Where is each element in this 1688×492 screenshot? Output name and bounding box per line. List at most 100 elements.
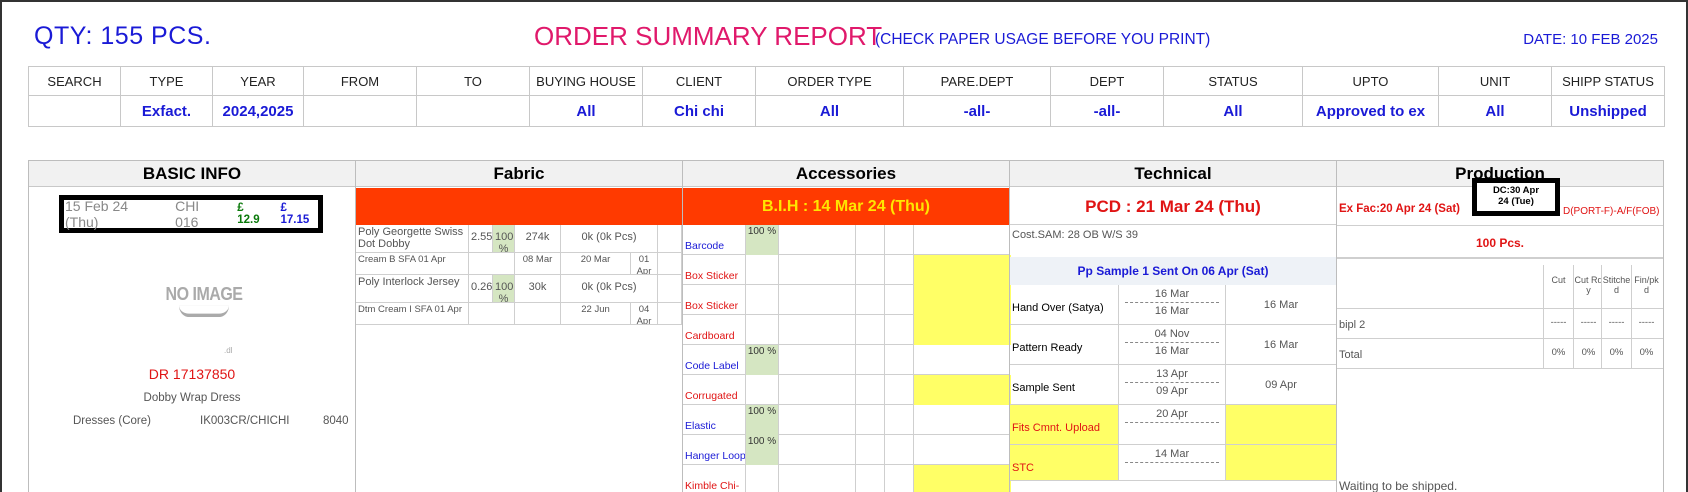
dc-line-2: 24 (Tue) xyxy=(1498,196,1534,207)
basic-order-box[interactable]: 15 Feb 24 (Thu) CHI 016 £ 12.9 £ 17.15 xyxy=(59,195,323,233)
tech-milestone-row[interactable]: Fits Cmnt. Upload 20 Apr xyxy=(1010,405,1336,445)
accessory-percent: 100 % xyxy=(745,225,778,255)
production-row[interactable]: Total 0% 0% 0% 0% xyxy=(1337,339,1663,369)
fabric-d3: 04 Apr xyxy=(631,303,658,325)
accessory-cell xyxy=(778,225,855,255)
tech-milestone-row[interactable]: Sample Sent 13 Apr 09 Apr 09 Apr xyxy=(1010,365,1336,405)
fabric-subrow[interactable]: Cream B SFA 01 Apr 08 Mar 20 Mar 01 Apr xyxy=(356,253,682,275)
dc-date-box[interactable]: DC:30 Apr 24 (Tue) xyxy=(1472,178,1560,216)
filter-value-from[interactable] xyxy=(303,95,417,127)
filter-value-upto[interactable]: Approved to ex xyxy=(1302,95,1439,127)
report-date: DATE: 10 FEB 2025 xyxy=(1523,31,1658,48)
filter-value-pare-dept[interactable]: -all- xyxy=(903,95,1051,127)
fabric-cell xyxy=(658,225,682,253)
fabric-subrow[interactable]: Dtm Cream I SFA 01 Apr 22 Jun 04 Apr xyxy=(356,303,682,325)
tech-milestone-row[interactable]: STC 14 Mar xyxy=(1010,445,1336,481)
milestone-label: STC xyxy=(1010,445,1118,480)
milestone-date-final xyxy=(1226,445,1336,480)
accessory-cell xyxy=(884,435,913,465)
accessory-row[interactable]: Barcode 100 % xyxy=(683,225,1009,255)
category: Dresses (Core) xyxy=(73,415,151,427)
tech-milestone-row[interactable]: Hand Over (Satya) 16 Mar 16 Mar 16 Mar xyxy=(1010,285,1336,325)
filter-value-buying-house[interactable]: All xyxy=(529,95,643,127)
accessory-row[interactable]: Corrugated xyxy=(683,375,1011,405)
accessory-cell xyxy=(745,255,778,285)
accessory-cell xyxy=(855,225,884,255)
fabric-status-band xyxy=(356,188,682,225)
production-value: ----- xyxy=(1601,309,1631,338)
milestone-date-actual: 09 Apr xyxy=(1156,385,1188,397)
fabric-cell xyxy=(658,275,682,303)
filter-value-type[interactable]: Exfact. xyxy=(120,95,213,127)
fabric-cell xyxy=(658,303,682,325)
filter-value-to[interactable] xyxy=(416,95,530,127)
style-ref: IK003CR/CHICHI xyxy=(200,415,290,427)
accessory-row[interactable]: Kimble Chi- xyxy=(683,465,1011,492)
style-name: Dobby Wrap Dress xyxy=(143,392,241,404)
fabric-row[interactable]: Poly Georgette Swiss Dot Dobby 2.55 100 % 2… xyxy=(356,225,682,253)
production-value: 0% xyxy=(1543,339,1573,368)
fabric-row[interactable]: Poly Interlock Jersey 0.26 100 % 30k 0k (0k … xyxy=(356,275,682,303)
accessory-cell xyxy=(913,435,1011,465)
accessory-cell xyxy=(884,405,913,435)
filter-value-search[interactable] xyxy=(28,95,121,127)
fabric-d1: 08 Mar xyxy=(515,253,561,275)
image-mark: .dl xyxy=(224,346,233,355)
filter-value-order-type[interactable]: All xyxy=(755,95,904,127)
accessory-cell xyxy=(855,465,884,492)
accessory-cell xyxy=(913,375,1011,405)
filter-value-status[interactable]: All xyxy=(1163,95,1303,127)
milestone-label: Sample Sent xyxy=(1012,382,1075,394)
accessory-row[interactable]: Box Sticker xyxy=(683,285,1011,315)
accessory-cell xyxy=(855,375,884,405)
filter-value-year[interactable]: 2024,2025 xyxy=(212,95,304,127)
accessory-cell xyxy=(913,285,1011,315)
filter-value-unit[interactable]: All xyxy=(1438,95,1552,127)
fabric-d1 xyxy=(515,303,561,325)
production-row-name: bipl 2 xyxy=(1339,319,1366,331)
basic-info-section: BASIC INFO 15 Feb 24 (Thu) CHI 016 £ 12.… xyxy=(28,160,356,492)
smile-icon xyxy=(179,306,229,318)
accessory-row[interactable]: Box Sticker xyxy=(683,255,1011,285)
milestone-date-final: 16 Mar xyxy=(1263,339,1299,351)
production-row[interactable]: bipl 2 ----- ----- ----- ----- xyxy=(1337,309,1663,339)
production-row-name: Total xyxy=(1339,349,1363,361)
tech-milestone-row[interactable]: Pattern Ready 04 Nov 16 Mar 16 Mar xyxy=(1010,325,1336,365)
production-section: Production Ex Fac:20 Apr 24 (Sat) DC:30 … xyxy=(1336,160,1664,492)
fabric-cell xyxy=(469,303,515,325)
pp-sample-status[interactable]: Pp Sample 1 Sent On 06 Apr (Sat) xyxy=(1010,257,1336,285)
milestone-date-planned: 14 Mar xyxy=(1154,448,1190,460)
fabric-recv: 0k (0k Pcs) xyxy=(561,225,658,253)
order-date: 15 Feb 24 (Thu) xyxy=(65,198,129,230)
accessory-cell xyxy=(745,375,778,405)
accessory-row[interactable]: Code Label 100 % xyxy=(683,345,1009,375)
accessory-row[interactable]: Cardboard xyxy=(683,315,1011,345)
milestone-dates: 20 Apr xyxy=(1118,405,1226,444)
accessory-row[interactable]: Elastic 100 % xyxy=(683,405,1009,435)
cost-sam: Cost.SAM: 28 OB W/S 39 xyxy=(1012,229,1138,241)
accessory-name: Kimble Chi- xyxy=(685,480,740,492)
filter-table: SEARCH TYPE YEAR FROM TO BUYING HOUSE CLIENT OR… xyxy=(28,66,1665,127)
filter-value-dept[interactable]: -all- xyxy=(1050,95,1164,127)
accessory-cell xyxy=(778,255,855,285)
fabric-cell xyxy=(469,253,515,275)
production-value: ----- xyxy=(1631,309,1661,338)
filter-value-shipp-status[interactable]: Unshipped xyxy=(1551,95,1665,127)
date-divider xyxy=(1125,342,1219,343)
milestone-date-planned: 16 Mar xyxy=(1154,288,1190,300)
filter-header-unit: UNIT xyxy=(1438,66,1552,96)
fabric-name: Cream B SFA 01 Apr xyxy=(356,253,469,275)
dr-number[interactable]: DR 17137850 xyxy=(29,366,355,382)
port-terms: D(PORT-F)-A/F(FOB) xyxy=(1563,206,1660,217)
accessory-row[interactable]: Hanger Loop 100 % xyxy=(683,435,1009,465)
accessory-cell xyxy=(884,465,913,492)
filter-value-client[interactable]: Chi chi xyxy=(642,95,756,127)
report-subtitle: (CHECK PAPER USAGE BEFORE YOU PRINT) xyxy=(875,31,1211,48)
filter-header-upto: UPTO xyxy=(1302,66,1439,96)
fabric-qty: 30k xyxy=(515,275,561,303)
production-col-header: Cut Rdy xyxy=(1573,265,1603,308)
accessory-cell xyxy=(913,465,1011,492)
price-fob: £ 17.15 xyxy=(280,202,310,226)
filter-header-shipp-status: SHIPP STATUS xyxy=(1551,66,1665,96)
accessory-cell xyxy=(745,315,778,345)
